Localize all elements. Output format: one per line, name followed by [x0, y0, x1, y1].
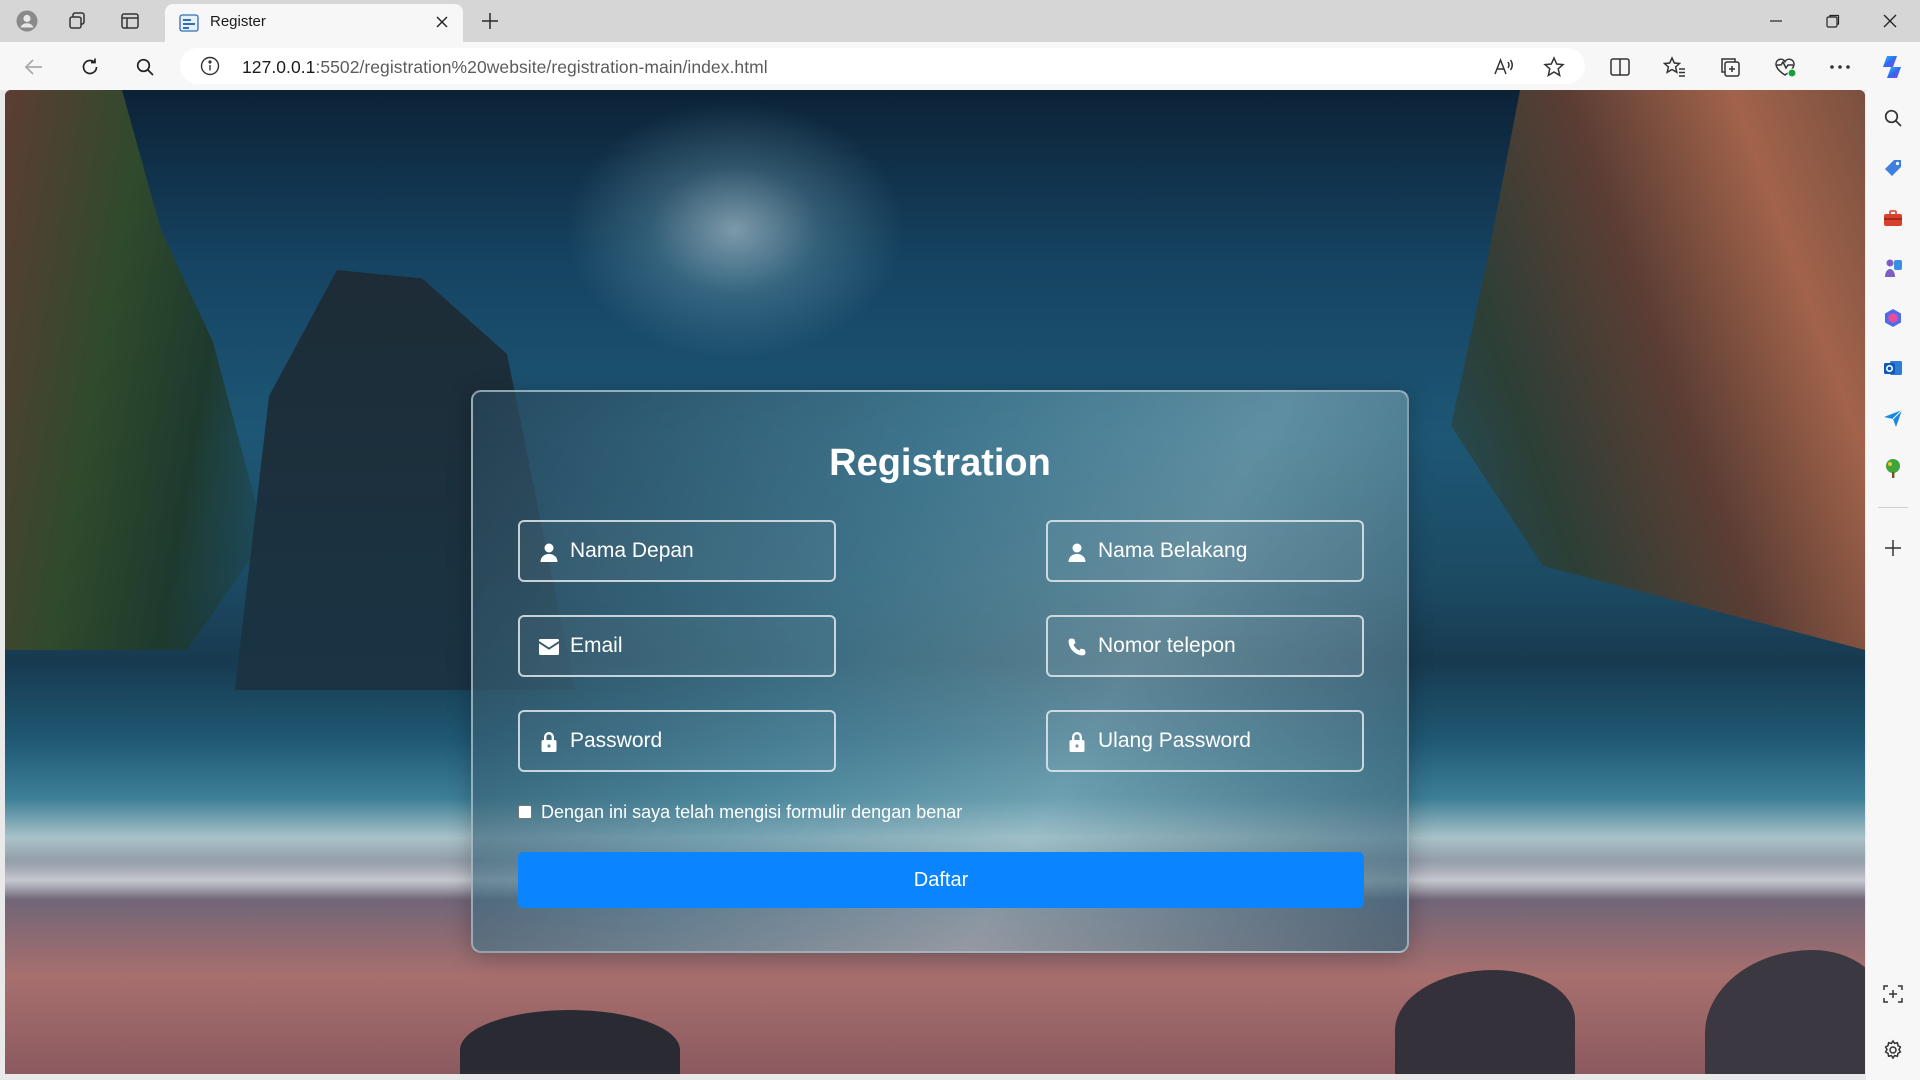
first-name-field[interactable]	[518, 520, 836, 582]
registration-form: Registration Nama Depan Nama Belakang Em…	[471, 390, 1409, 953]
rock-background	[1395, 970, 1575, 1074]
lock-icon	[1066, 731, 1088, 753]
password-field[interactable]	[518, 710, 836, 772]
milky-way-background	[565, 100, 905, 360]
lock-icon	[538, 731, 560, 753]
copilot-icon[interactable]	[1876, 51, 1908, 83]
microsoft365-icon[interactable]	[1879, 304, 1907, 332]
rock-background	[1705, 950, 1865, 1074]
email-field[interactable]	[518, 615, 836, 677]
collections-icon[interactable]	[1714, 51, 1746, 83]
repeat-password-input[interactable]	[1098, 712, 1358, 769]
user-icon	[1066, 541, 1088, 563]
phone-input[interactable]	[1098, 617, 1358, 674]
repeat-password-field[interactable]	[1046, 710, 1364, 772]
edge-sidebar	[1866, 90, 1920, 1080]
phone-icon	[1066, 636, 1088, 658]
tab-register[interactable]: Register	[165, 4, 463, 42]
shopping-tag-icon[interactable]	[1879, 154, 1907, 182]
send-icon[interactable]	[1879, 404, 1907, 432]
page-viewport: Registration Nama Depan Nama Belakang Em…	[5, 90, 1865, 1074]
last-name-input[interactable]	[1098, 522, 1358, 579]
agree-checkbox[interactable]	[518, 804, 532, 819]
back-arrow-icon[interactable]	[18, 51, 50, 83]
form-title: Registration	[829, 442, 1051, 484]
tab-title: Register	[210, 13, 266, 30]
password-input[interactable]	[570, 712, 830, 769]
profile-icon[interactable]	[14, 8, 40, 34]
close-window-icon[interactable]	[1867, 6, 1913, 36]
browser-essentials-icon[interactable]	[1769, 51, 1801, 83]
cliff-left-background	[5, 90, 265, 650]
refresh-icon[interactable]	[74, 51, 106, 83]
read-aloud-icon[interactable]	[1490, 54, 1516, 80]
url-path: :5502/registration%20website/registratio…	[315, 57, 768, 77]
cliff-right-background	[1451, 90, 1865, 650]
close-tab-icon[interactable]	[431, 11, 453, 33]
user-icon	[538, 541, 560, 563]
rock-background	[460, 1010, 680, 1074]
agree-label: Dengan ini saya telah mengisi formulir d…	[541, 802, 963, 822]
first-name-input[interactable]	[570, 522, 830, 579]
split-screen-icon[interactable]	[1604, 51, 1636, 83]
email-input[interactable]	[570, 617, 830, 674]
outlook-icon[interactable]	[1879, 354, 1907, 382]
minimize-icon[interactable]	[1753, 6, 1799, 36]
workspaces-icon[interactable]	[64, 8, 90, 34]
title-bar: Register	[0, 0, 1920, 42]
address-toolbar: 127.0.0.1:5502/registration%20website/re…	[0, 42, 1920, 90]
register-button[interactable]: Daftar	[518, 852, 1364, 908]
screenshot-icon[interactable]	[1879, 980, 1907, 1008]
url-host: 127.0.0.1	[242, 57, 316, 77]
phone-field[interactable]	[1046, 615, 1364, 677]
envelope-icon	[538, 636, 560, 658]
vertical-tabs-icon[interactable]	[117, 8, 143, 34]
agree-checkbox-row[interactable]: Dengan ini saya telah mengisi formulir d…	[518, 802, 962, 823]
restore-icon[interactable]	[1810, 6, 1856, 36]
page-favicon-icon	[179, 13, 199, 33]
settings-icon[interactable]	[1879, 1036, 1907, 1064]
more-icon[interactable]	[1824, 51, 1856, 83]
search-icon[interactable]	[1879, 104, 1907, 132]
site-info-icon[interactable]	[200, 56, 220, 76]
new-tab-icon[interactable]	[477, 8, 503, 34]
search-icon[interactable]	[129, 51, 161, 83]
tree-icon[interactable]	[1879, 454, 1907, 482]
address-bar[interactable]: 127.0.0.1:5502/registration%20website/re…	[180, 48, 1585, 84]
favorites-icon[interactable]	[1659, 51, 1691, 83]
tools-icon[interactable]	[1879, 204, 1907, 232]
sidebar-divider	[1878, 507, 1908, 508]
add-icon[interactable]	[1879, 534, 1907, 562]
favorite-star-icon[interactable]	[1541, 54, 1567, 80]
games-icon[interactable]	[1879, 254, 1907, 282]
last-name-field[interactable]	[1046, 520, 1364, 582]
url-text[interactable]: 127.0.0.1:5502/registration%20website/re…	[242, 57, 768, 78]
